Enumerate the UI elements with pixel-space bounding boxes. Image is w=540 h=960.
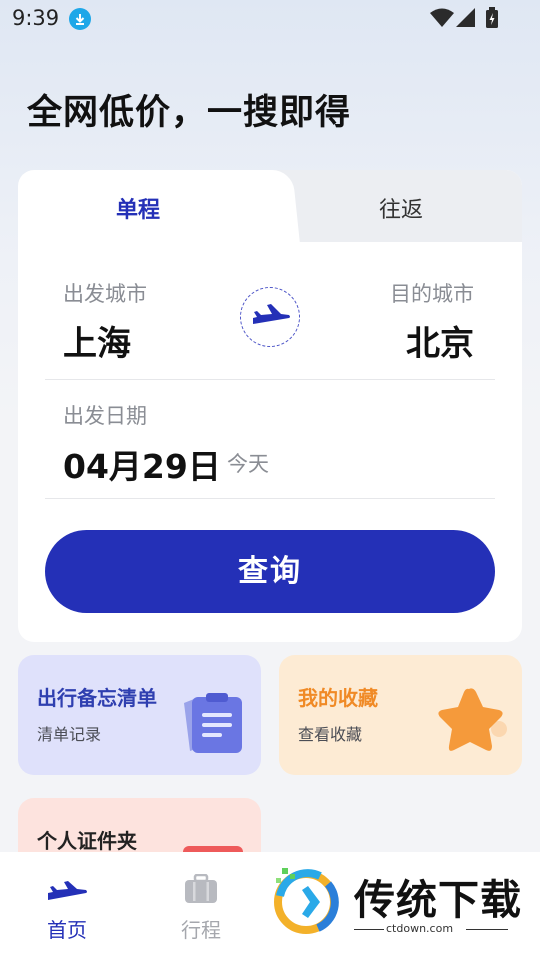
divider <box>45 379 495 380</box>
tile-title: 个人证件夹 <box>37 829 137 853</box>
departure-city-label: 出发城市 <box>63 282 147 306</box>
favorites-tile[interactable]: 我的收藏 查看收藏 <box>279 655 522 775</box>
signal-icon <box>456 8 475 27</box>
watermark-logo: 传统下载 ctdown.com <box>268 862 528 942</box>
tile-subtitle: 清单记录 <box>37 725 102 744</box>
watermark-url: ctdown.com <box>386 922 454 935</box>
arrival-city[interactable]: 北京 <box>406 316 474 365</box>
tab-round-trip[interactable]: 往返 <box>280 170 522 242</box>
star-icon <box>438 688 507 751</box>
search-button[interactable]: 查询 <box>45 530 495 613</box>
arrival-city-label: 目的城市 <box>390 282 474 306</box>
download-icon <box>69 8 91 30</box>
clipboard-icon <box>184 693 242 753</box>
plane-icon <box>48 881 87 900</box>
travel-checklist-tile[interactable]: 出行备忘清单 清单记录 <box>18 655 261 775</box>
bottom-navigation: 首页 行程 传统下载 ctdown.com <box>0 852 540 960</box>
nav-home[interactable]: 首页 <box>36 872 98 952</box>
tab-one-way-label: 单程 <box>115 198 160 223</box>
nav-home-label: 首页 <box>47 918 87 942</box>
plane-icon <box>253 304 290 324</box>
departure-city[interactable]: 上海 <box>63 316 131 365</box>
watermark-brand: 传统下载 <box>354 876 522 924</box>
page-headline: 全网低价，一搜即得 <box>27 93 352 133</box>
date-label: 出发日期 <box>63 404 147 428</box>
status-time: 9:39 <box>12 6 60 30</box>
battery-icon <box>486 7 498 28</box>
tile-title: 出行备忘清单 <box>37 686 157 710</box>
swap-cities-button[interactable] <box>240 287 300 347</box>
tab-one-way[interactable]: 单程 <box>18 170 280 242</box>
watermark-line <box>354 929 384 930</box>
departure-date[interactable]: 04月29日 <box>63 440 221 488</box>
divider <box>45 498 495 499</box>
status-bar: 9:39 <box>0 0 540 38</box>
tile-subtitle: 查看收藏 <box>298 725 363 744</box>
date-hint: 今天 <box>227 452 269 476</box>
tile-title: 我的收藏 <box>298 686 378 710</box>
tab-round-trip-label: 往返 <box>378 198 423 223</box>
flight-search-card: 单程 往返 出发城市 上海 目的城市 北京 出发日期 04月29日 今天 查询 <box>18 170 522 642</box>
wifi-icon <box>430 8 454 27</box>
suitcase-icon <box>185 874 217 903</box>
watermark-line <box>466 929 508 930</box>
watermark-logo-icon <box>274 868 339 934</box>
nav-trips[interactable]: 行程 <box>170 872 232 952</box>
nav-trips-label: 行程 <box>181 918 221 942</box>
